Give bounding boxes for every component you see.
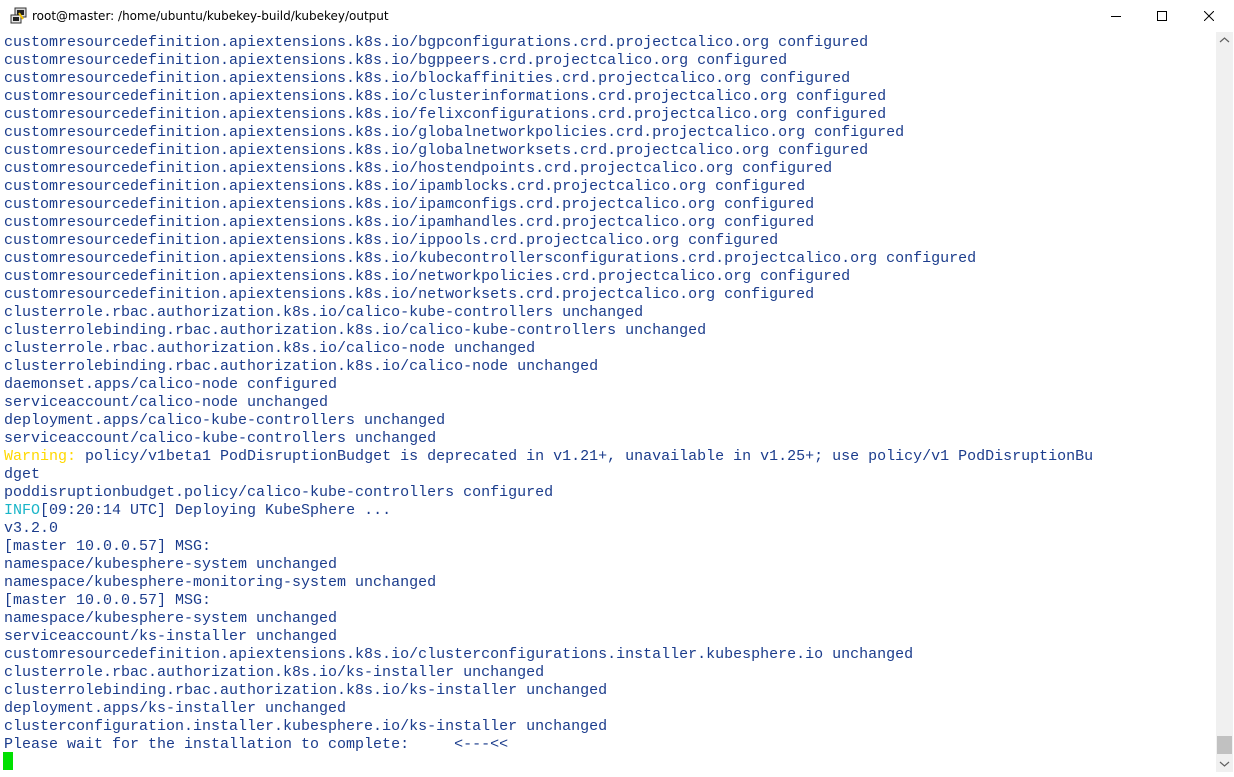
terminal-line: clusterrolebinding.rbac.authorization.k8… (4, 358, 599, 375)
terminal-line: customresourcedefinition.apiextensions.k… (4, 70, 851, 87)
terminal-line: customresourcedefinition.apiextensions.k… (4, 124, 905, 141)
putty-window: root@master: /home/ubuntu/kubekey-build/… (0, 0, 1234, 772)
info-message: [09:20:14 UTC] Deploying KubeSphere ... (40, 502, 392, 519)
terminal-cursor (3, 752, 13, 770)
terminal-line: deployment.apps/ks-installer unchanged (4, 700, 347, 717)
terminal-line: poddisruptionbudget.policy/calico-kube-c… (4, 484, 554, 501)
terminal-line: customresourcedefinition.apiextensions.k… (4, 268, 851, 285)
terminal-line: namespace/kubesphere-system unchanged (4, 610, 338, 627)
scrollbar-thumb[interactable] (1217, 736, 1232, 754)
terminal-line: [master 10.0.0.57] MSG: (4, 538, 212, 555)
terminal-line: clusterrole.rbac.authorization.k8s.io/ca… (4, 340, 536, 357)
info-line: INFO[09:20:14 UTC] Deploying KubeSphere … (4, 502, 391, 520)
terminal-line: namespace/kubesphere-system unchanged (4, 556, 338, 573)
chevron-down-icon (1219, 761, 1230, 767)
info-label: INFO (4, 502, 41, 519)
terminal-line: customresourcedefinition.apiextensions.k… (4, 52, 788, 69)
terminal-line: daemonset.apps/calico-node configured (4, 376, 338, 393)
putty-icon[interactable] (10, 7, 28, 25)
chevron-up-icon (1219, 37, 1230, 43)
minimize-button[interactable] (1093, 0, 1139, 32)
terminal-line: v3.2.0 (4, 520, 59, 537)
terminal-line: customresourcedefinition.apiextensions.k… (4, 214, 815, 231)
terminal-line: clusterrole.rbac.authorization.k8s.io/ks… (4, 664, 545, 681)
terminal-output[interactable]: customresourcedefinition.apiextensions.k… (0, 32, 1216, 772)
terminal-line: deployment.apps/calico-kube-controllers … (4, 412, 446, 429)
terminal-line: customresourcedefinition.apiextensions.k… (4, 646, 914, 663)
scroll-up-button[interactable] (1216, 32, 1233, 49)
terminal-line: clusterconfiguration.installer.kubespher… (4, 718, 608, 735)
terminal-line: clusterrole.rbac.authorization.k8s.io/ca… (4, 304, 644, 321)
warning-label: Warning: (4, 448, 77, 465)
terminal-line: namespace/kubesphere-monitoring-system u… (4, 574, 437, 591)
terminal-line: customresourcedefinition.apiextensions.k… (4, 160, 833, 177)
terminal-line: serviceaccount/calico-node unchanged (4, 394, 329, 411)
title-bar[interactable]: root@master: /home/ubuntu/kubekey-build/… (0, 0, 1234, 32)
vertical-scrollbar[interactable] (1216, 32, 1233, 772)
terminal-line: serviceaccount/ks-installer unchanged (4, 628, 338, 645)
terminal-line: serviceaccount/calico-kube-controllers u… (4, 430, 437, 447)
terminal-line: customresourcedefinition.apiextensions.k… (4, 34, 869, 51)
warning-line-wrap: dget (4, 466, 41, 483)
scroll-down-button[interactable] (1216, 755, 1233, 772)
terminal-line: customresourcedefinition.apiextensions.k… (4, 250, 977, 267)
terminal-line: clusterrolebinding.rbac.authorization.k8… (4, 322, 707, 339)
close-icon (1204, 11, 1214, 21)
minimize-icon (1111, 16, 1121, 17)
terminal-line: customresourcedefinition.apiextensions.k… (4, 196, 815, 213)
warning-line: Warning: policy/v1beta1 PodDisruptionBud… (4, 448, 1093, 466)
window-title: root@master: /home/ubuntu/kubekey-build/… (32, 9, 389, 23)
maximize-icon (1157, 11, 1167, 21)
terminal-line: Please wait for the installation to comp… (4, 736, 509, 753)
warning-message: policy/v1beta1 PodDisruptionBudget is de… (76, 448, 1094, 465)
terminal-line: customresourcedefinition.apiextensions.k… (4, 88, 887, 105)
terminal-line: customresourcedefinition.apiextensions.k… (4, 142, 869, 159)
terminal-line: clusterrolebinding.rbac.authorization.k8… (4, 682, 608, 699)
terminal-line: customresourcedefinition.apiextensions.k… (4, 178, 806, 195)
terminal-line: customresourcedefinition.apiextensions.k… (4, 286, 815, 303)
maximize-button[interactable] (1139, 0, 1185, 32)
terminal-line: customresourcedefinition.apiextensions.k… (4, 106, 887, 123)
terminal-line: customresourcedefinition.apiextensions.k… (4, 232, 779, 249)
close-button[interactable] (1186, 0, 1232, 32)
terminal-line: [master 10.0.0.57] MSG: (4, 592, 212, 609)
